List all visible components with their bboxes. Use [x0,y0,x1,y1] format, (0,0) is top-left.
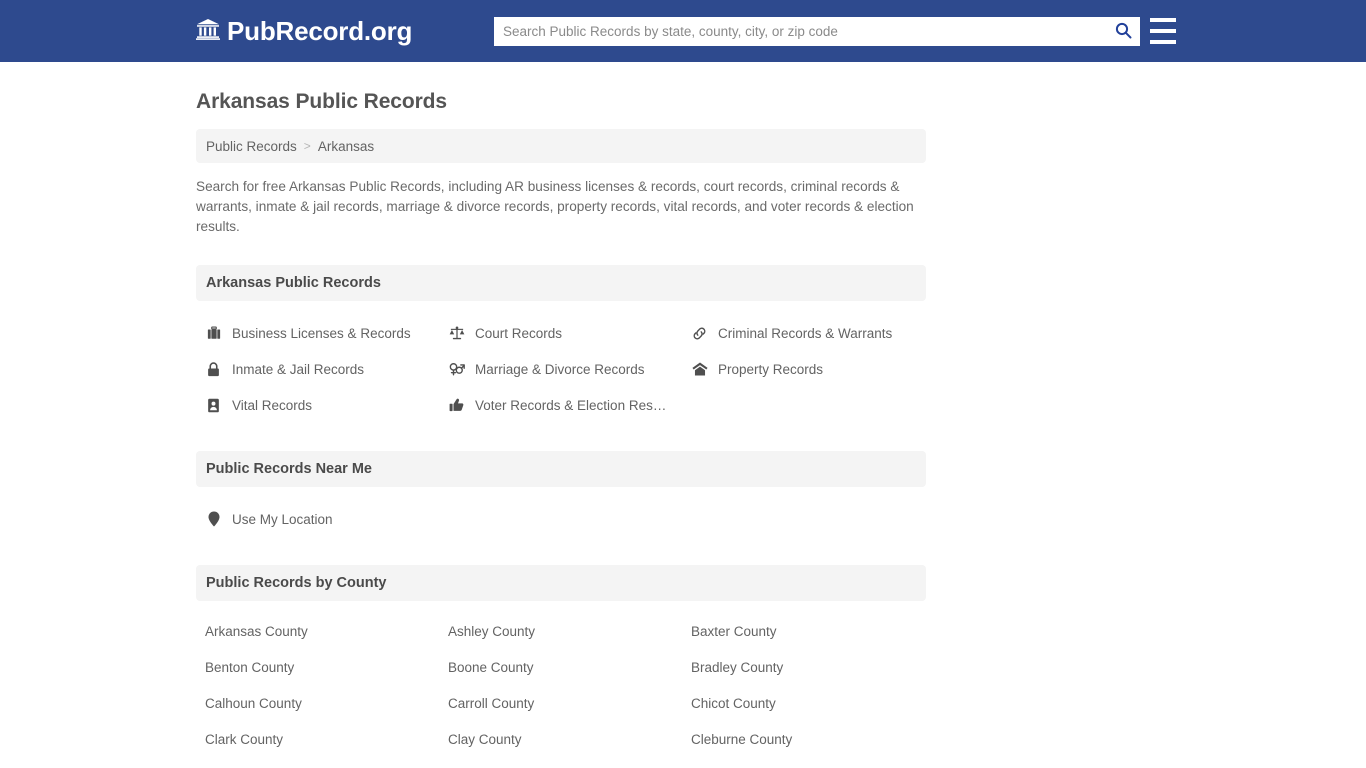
county-cell[interactable]: Clark County [196,721,439,757]
hamburger-menu-button[interactable] [1150,18,1176,44]
use-my-location-link[interactable]: Use My Location [232,512,333,527]
county-link[interactable]: Ashley County [448,624,535,639]
hamburger-bar-1 [1150,18,1176,22]
record-link-business-licenses[interactable]: Business Licenses & Records [196,315,439,351]
breadcrumb-root-link[interactable]: Public Records [206,139,297,154]
use-my-location-item[interactable]: Use My Location [196,501,926,537]
search-icon [1115,22,1132,42]
county-link[interactable]: Baxter County [691,624,777,639]
county-link[interactable]: Arkansas County [205,624,308,639]
search-input[interactable] [494,18,1106,45]
page-intro-text: Search for free Arkansas Public Records,… [196,179,914,234]
breadcrumb-separator-icon: > [303,139,311,153]
record-link-voter-records[interactable]: Voter Records & Election Res… [439,387,682,423]
county-link[interactable]: Chicot County [691,696,776,711]
county-cell[interactable]: Cleburne County [682,721,925,757]
record-link-label[interactable]: Business Licenses & Records [232,326,411,341]
thumbs-up-icon [448,398,465,412]
home-icon [691,362,708,376]
record-link-label[interactable]: Marriage & Divorce Records [475,362,645,377]
record-link-label[interactable]: Vital Records [232,398,312,413]
county-cell[interactable]: Baxter County [682,613,925,649]
search-bar [494,17,1140,46]
briefcase-icon [205,326,222,340]
county-cell[interactable]: Arkansas County [196,613,439,649]
breadcrumb: Public Records > Arkansas [196,129,926,163]
content-container: Arkansas Public Records Public Records >… [196,90,926,768]
record-link-label[interactable]: Voter Records & Election Res… [475,398,666,413]
county-cell[interactable]: Bradley County [682,649,925,685]
brand-logo-link[interactable]: PubRecord.org [196,18,412,45]
county-link[interactable]: Bradley County [691,660,783,675]
balance-scale-icon [448,326,465,340]
county-cell[interactable]: Chicot County [682,685,925,721]
county-cell[interactable]: Conway County [682,757,925,768]
record-link-inmate-jail[interactable]: Inmate & Jail Records [196,351,439,387]
id-card-icon [205,398,222,413]
record-link-vital-records[interactable]: Vital Records [196,387,439,423]
hamburger-bar-3 [1150,40,1176,44]
site-header: PubRecord.org [0,0,1366,62]
record-link-court-records[interactable]: Court Records [439,315,682,351]
near-me-list: Use My Location [196,501,926,537]
record-link-label[interactable]: Inmate & Jail Records [232,362,364,377]
county-link[interactable]: Clay County [448,732,522,747]
page-body: Arkansas Public Records Public Records >… [0,90,1366,768]
record-link-marriage-divorce[interactable]: Marriage & Divorce Records [439,351,682,387]
county-cell[interactable]: Columbia County [439,757,682,768]
county-link[interactable]: Carroll County [448,696,534,711]
section-heading-by-county: Public Records by County [196,565,926,601]
record-type-grid: Business Licenses & Records Court Record… [196,315,926,423]
county-link[interactable]: Calhoun County [205,696,302,711]
county-cell[interactable]: Ashley County [439,613,682,649]
breadcrumb-current: Arkansas [317,138,375,154]
county-grid: Arkansas County Ashley County Baxter Cou… [196,613,926,768]
page-title: Arkansas Public Records [196,90,447,113]
record-link-criminal-records[interactable]: Criminal Records & Warrants [682,315,925,351]
county-link[interactable]: Clark County [205,732,283,747]
county-link[interactable]: Benton County [205,660,294,675]
county-cell[interactable]: Clay County [439,721,682,757]
lock-icon [205,361,222,377]
county-cell[interactable]: Benton County [196,649,439,685]
record-link-label[interactable]: Court Records [475,326,562,341]
section-heading-near-me: Public Records Near Me [196,451,926,487]
county-cell[interactable]: Carroll County [439,685,682,721]
record-link-property-records[interactable]: Property Records [682,351,925,387]
venus-mars-icon [448,362,465,376]
county-cell[interactable]: Boone County [439,649,682,685]
section-heading-public-records: Arkansas Public Records [196,265,926,301]
map-marker-icon [205,511,222,527]
search-button[interactable] [1106,18,1140,45]
county-link[interactable]: Cleburne County [691,732,792,747]
record-link-label[interactable]: Criminal Records & Warrants [718,326,892,341]
county-cell[interactable]: Cleveland County [196,757,439,768]
brand-name: PubRecord.org [227,16,413,46]
chain-link-icon [691,326,708,341]
county-link[interactable]: Boone County [448,660,534,675]
hamburger-bar-2 [1150,29,1176,33]
county-cell[interactable]: Calhoun County [196,685,439,721]
bank-icon [196,18,220,45]
record-link-label[interactable]: Property Records [718,362,823,377]
